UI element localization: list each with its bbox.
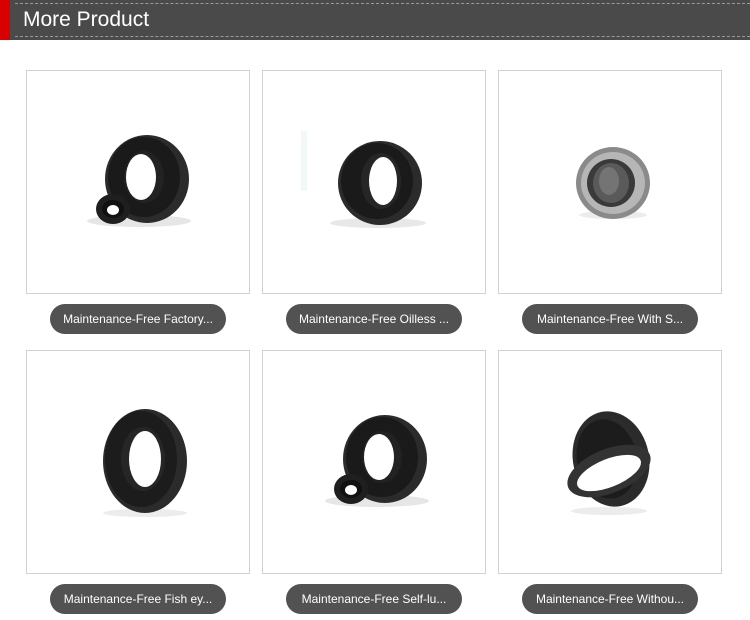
section-title: More Product [23,8,150,31]
product-link-6[interactable]: Maintenance-Free Withou... [522,584,698,614]
product-link-4[interactable]: Maintenance-Free Fish ey... [50,584,226,614]
product-card-1-image[interactable] [26,70,250,294]
product-card-5-image[interactable] [262,350,486,574]
product-card-6-image[interactable] [498,350,722,574]
header-dashed-line-bottom [15,36,750,37]
black-bearing-image [301,131,426,228]
header-accent-bar [0,0,10,40]
product-link-5[interactable]: Maintenance-Free Self-lu... [286,584,462,614]
black-ring-bearing-image [103,409,187,517]
bearing-with-small-ring-image [87,135,191,227]
product-card-3-image[interactable] [498,70,722,294]
bearing-with-small-ring-image [325,415,429,507]
product-link-3[interactable]: Maintenance-Free With S... [522,304,698,334]
product-card-4-image[interactable] [26,350,250,574]
section-header: More Product [0,0,750,40]
product-link-2[interactable]: Maintenance-Free Oilless ... [286,304,462,334]
silver-bearing-image [576,147,650,219]
header-dashed-line-top [15,3,750,4]
tilted-black-bearing-image [567,411,651,515]
product-link-1[interactable]: Maintenance-Free Factory... [50,304,226,334]
product-card-2-image[interactable] [262,70,486,294]
